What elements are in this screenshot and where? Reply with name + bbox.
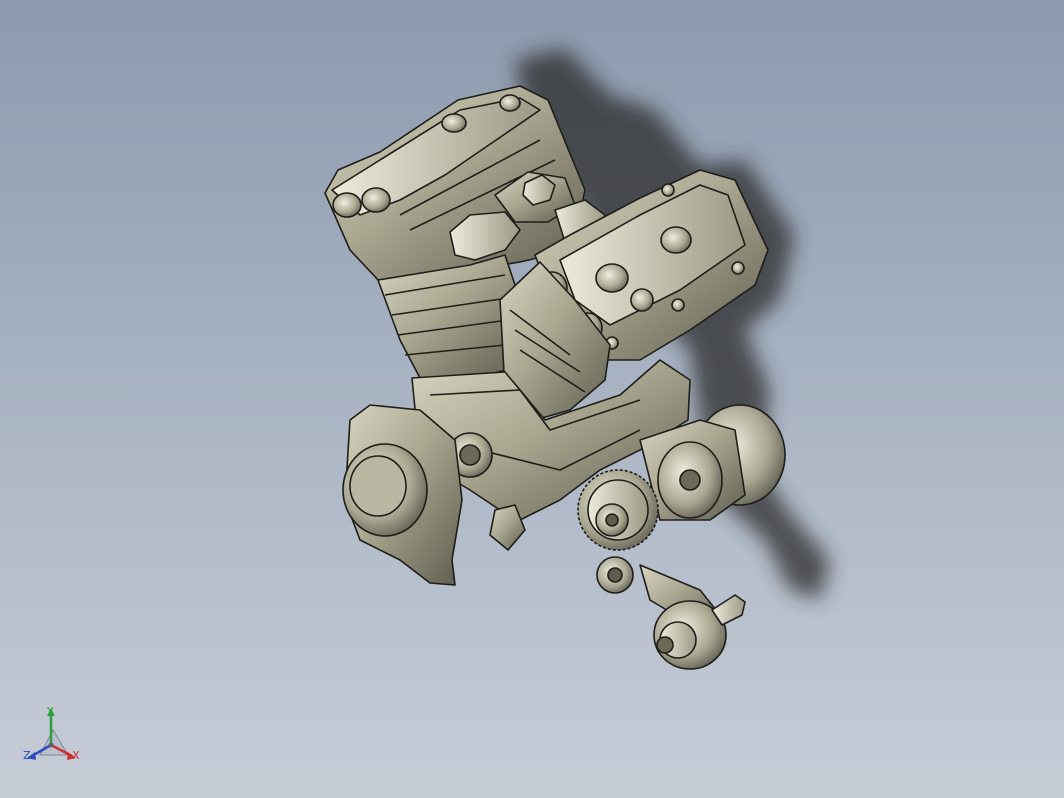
z-axis-label: Z — [23, 749, 31, 762]
y-axis-label: Y — [47, 705, 54, 718]
generator-cover[interactable] — [342, 404, 463, 586]
graphics-viewport[interactable]: Y X Z — [0, 0, 1064, 798]
engine-assembly-model[interactable] — [0, 0, 1064, 798]
x-axis-label: X — [72, 749, 80, 762]
